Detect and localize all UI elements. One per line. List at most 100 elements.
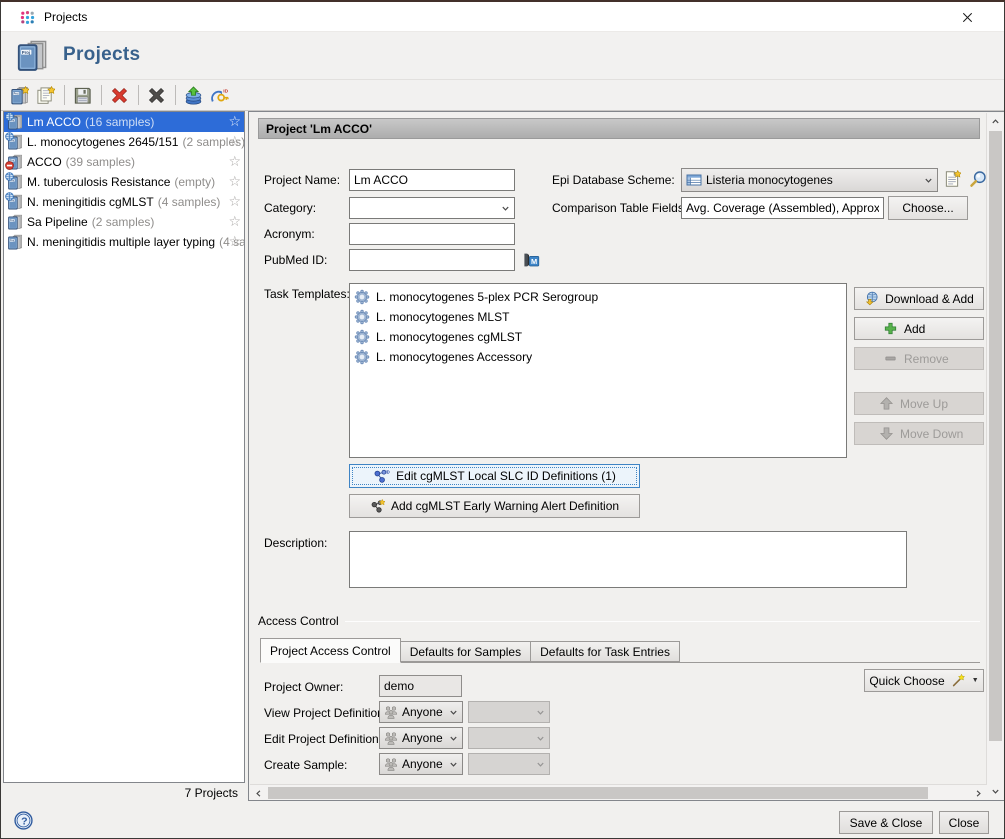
chevron-down-icon <box>924 176 933 185</box>
remove-assignment-button[interactable] <box>144 83 168 107</box>
page-title: Projects <box>63 44 140 66</box>
pubmed-icon <box>522 251 540 269</box>
project-list-item[interactable]: N. meningitidis multiple layer typing (4… <box>4 232 244 252</box>
vertical-scrollbar[interactable] <box>986 113 1003 800</box>
favorite-star-icon[interactable]: ☆ <box>228 213 241 230</box>
panel-title: Project 'Lm ACCO' <box>258 118 980 139</box>
access-control-legend: Access Control <box>258 614 339 628</box>
new-project-icon <box>10 86 29 105</box>
chevron-down-icon <box>449 708 458 717</box>
project-list-item[interactable]: M. tuberculosis Resistance (empty) ☆ <box>4 172 244 192</box>
project-list-item[interactable]: Sa Pipeline (2 samples) ☆ <box>4 212 244 232</box>
id-key-button[interactable] <box>207 83 231 107</box>
projects-folder-icon <box>14 39 50 72</box>
dialog-header: Projects <box>1 32 1004 80</box>
horizontal-scroll-thumb[interactable] <box>268 787 928 799</box>
edit-slc-definitions-button[interactable]: Edit cgMLST Local SLC ID Definitions (1) <box>349 464 640 488</box>
scroll-down-arrow[interactable] <box>987 783 1004 800</box>
view-definition-group-select[interactable] <box>468 701 550 723</box>
magic-wand-icon <box>951 673 966 688</box>
task-templates-label: Task Templates: <box>264 287 350 301</box>
pubmed-id-input[interactable] <box>349 249 515 271</box>
description-label: Description: <box>264 536 327 550</box>
edit-definition-value: Anyone <box>402 731 443 745</box>
vertical-scroll-thumb[interactable] <box>989 131 1002 741</box>
project-list: Lm ACCO (16 samples) ☆ L. monocytogenes … <box>3 111 245 783</box>
favorite-star-icon[interactable]: ☆ <box>228 113 241 130</box>
add-ewa-definition-button[interactable]: Add cgMLST Early Warning Alert Definitio… <box>349 494 640 518</box>
edit-slc-label: Edit cgMLST Local SLC ID Definitions (1) <box>396 469 616 483</box>
create-sample-label: Create Sample: <box>264 758 347 772</box>
close-icon <box>962 12 973 23</box>
task-template-name: L. monocytogenes MLST <box>376 310 509 324</box>
edit-definition-select[interactable]: Anyone <box>379 727 463 749</box>
scroll-left-arrow[interactable] <box>250 785 267 801</box>
quick-choose-button[interactable]: Quick Choose ▼ <box>864 669 984 692</box>
project-list-item[interactable]: N. meningitidis cgMLST (4 samples) ☆ <box>4 192 244 212</box>
scroll-right-arrow[interactable] <box>970 785 987 801</box>
comparison-fields-input[interactable] <box>681 197 884 219</box>
create-sample-group-select[interactable] <box>468 753 550 775</box>
task-templates-list[interactable]: L. monocytogenes 5-plex PCR Serogroup L.… <box>349 283 847 458</box>
horizontal-scrollbar[interactable] <box>250 784 987 800</box>
toolbar-separator <box>64 85 65 105</box>
view-definition-select[interactable]: Anyone <box>379 701 463 723</box>
favorite-star-icon[interactable]: ☆ <box>228 133 241 150</box>
choose-fields-button[interactable]: Choose... <box>888 196 968 220</box>
project-list-item[interactable]: ACCO (39 samples) ☆ <box>4 152 244 172</box>
project-list-item[interactable]: Lm ACCO (16 samples) ☆ <box>4 112 244 132</box>
caret-down-icon: ▼ <box>972 677 979 684</box>
new-document-icon <box>943 170 961 188</box>
pubmed-lookup-button[interactable] <box>522 251 542 271</box>
task-template-item[interactable]: L. monocytogenes cgMLST <box>350 327 846 347</box>
project-name-input[interactable] <box>349 169 515 191</box>
close-button[interactable]: Close <box>939 811 989 834</box>
description-textarea[interactable] <box>349 531 907 588</box>
chevron-down-icon <box>536 708 545 717</box>
new-scheme-button[interactable] <box>943 170 963 190</box>
project-name: N. meningitidis cgMLST <box>27 195 154 209</box>
favorite-star-icon[interactable]: ☆ <box>228 233 241 250</box>
project-list-item[interactable]: L. monocytogenes 2645/151 (2 samples) ☆ <box>4 132 244 152</box>
chevron-down-icon <box>536 734 545 743</box>
new-project-button[interactable] <box>7 83 31 107</box>
save-button[interactable] <box>70 83 94 107</box>
move-down-button[interactable]: Move Down <box>854 422 984 445</box>
add-ewa-label: Add cgMLST Early Warning Alert Definitio… <box>391 499 619 513</box>
remove-button[interactable]: Remove <box>854 347 984 370</box>
move-up-button[interactable]: Move Up <box>854 392 984 415</box>
add-label: Add <box>904 322 925 336</box>
close-window-button[interactable] <box>946 2 988 32</box>
copy-project-button[interactable] <box>33 83 57 107</box>
task-template-gear-icon <box>354 329 370 345</box>
help-button[interactable] <box>14 811 33 830</box>
save-and-close-button[interactable]: Save & Close <box>839 811 933 834</box>
add-button[interactable]: Add <box>854 317 984 340</box>
epi-scheme-select[interactable]: Listeria monocytogenes <box>681 168 938 192</box>
tab-defaults-for-samples[interactable]: Defaults for Samples <box>401 641 531 662</box>
favorite-star-icon[interactable]: ☆ <box>228 153 241 170</box>
favorite-star-icon[interactable]: ☆ <box>228 173 241 190</box>
acronym-input[interactable] <box>349 223 515 245</box>
create-sample-select[interactable]: Anyone <box>379 753 463 775</box>
epi-scheme-label: Epi Database Scheme: <box>552 173 675 187</box>
project-name: Sa Pipeline <box>27 215 88 229</box>
task-template-name: L. monocytogenes cgMLST <box>376 330 522 344</box>
project-icon <box>7 214 23 230</box>
project-owner-input[interactable] <box>379 675 462 697</box>
tab-defaults-for-task-entries[interactable]: Defaults for Task Entries <box>531 641 680 662</box>
category-select[interactable] <box>349 197 515 219</box>
project-icon <box>7 234 23 250</box>
favorite-star-icon[interactable]: ☆ <box>228 193 241 210</box>
task-template-item[interactable]: L. monocytogenes Accessory <box>350 347 846 367</box>
project-detail-panel: Project 'Lm ACCO' Project Name: Epi Data… <box>248 111 1005 801</box>
blocked-badge-icon <box>5 161 14 170</box>
tab-project-access-control[interactable]: Project Access Control <box>260 638 401 663</box>
upload-database-button[interactable] <box>181 83 205 107</box>
edit-definition-group-select[interactable] <box>468 727 550 749</box>
task-template-item[interactable]: L. monocytogenes 5-plex PCR Serogroup <box>350 287 846 307</box>
download-add-button[interactable]: Download & Add <box>854 287 984 310</box>
scroll-up-arrow[interactable] <box>987 113 1004 130</box>
task-template-item[interactable]: L. monocytogenes MLST <box>350 307 846 327</box>
delete-project-button[interactable] <box>107 83 131 107</box>
